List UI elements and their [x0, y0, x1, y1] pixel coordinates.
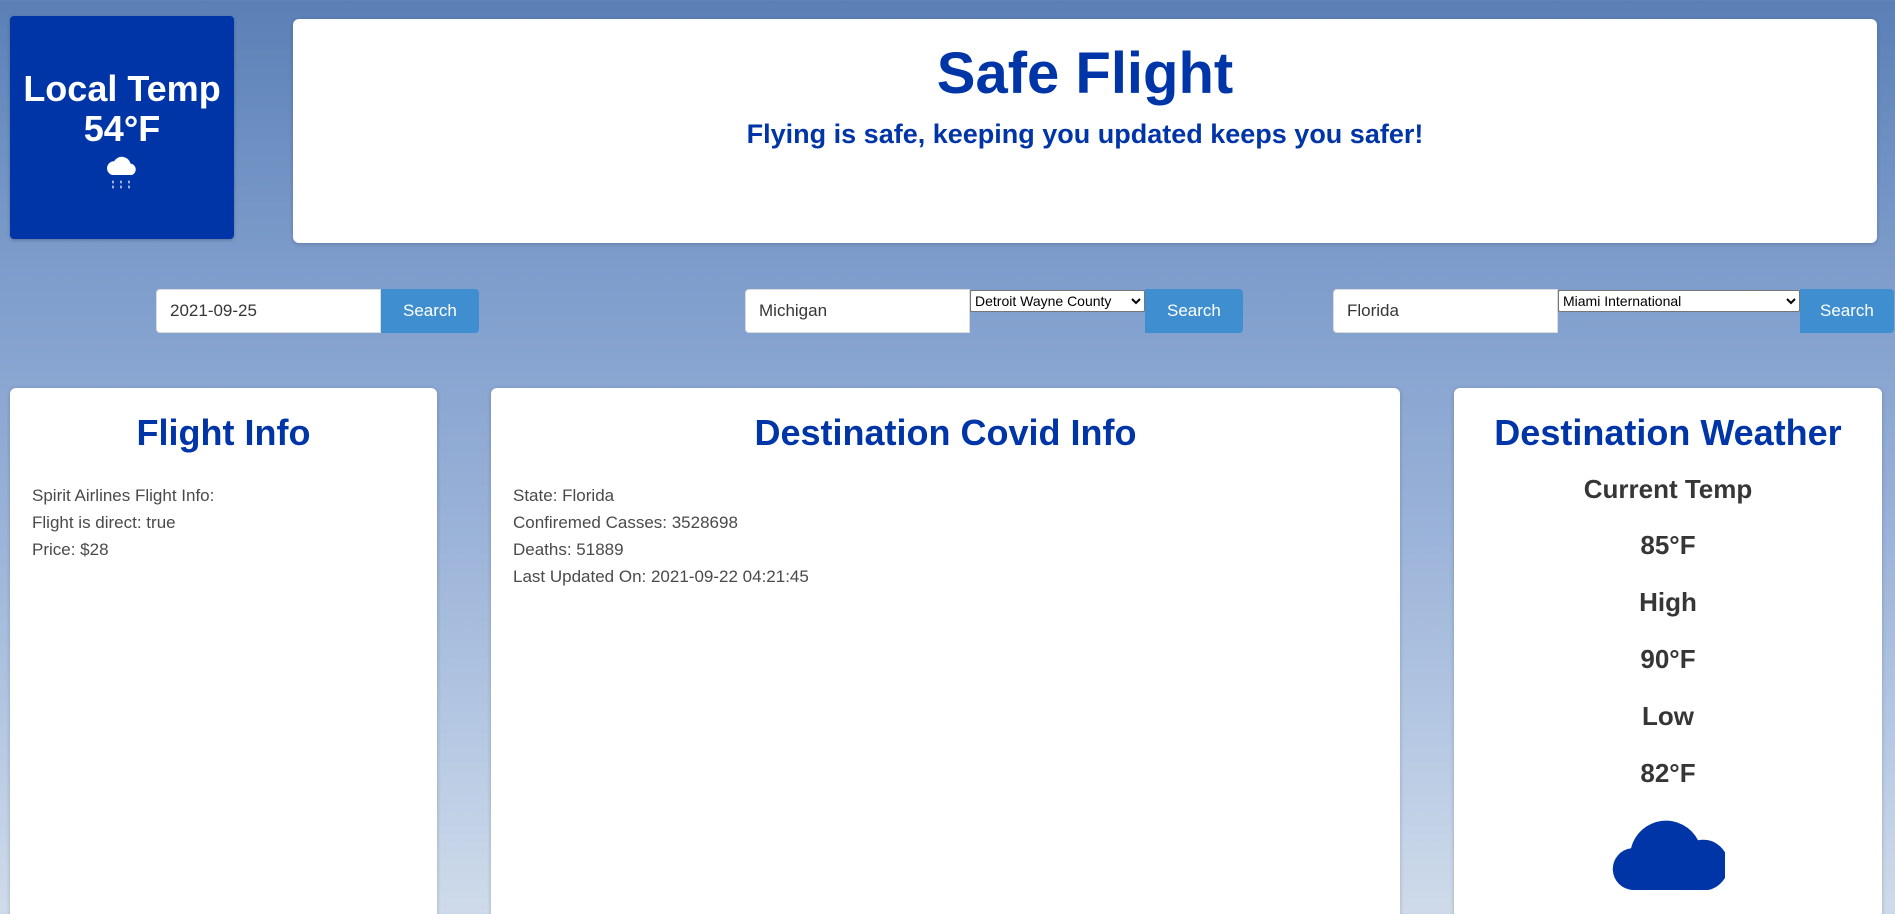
- destination-airport-select[interactable]: Miami International: [1558, 290, 1800, 312]
- destination-search-button[interactable]: Search: [1800, 289, 1894, 333]
- current-temp-label: Current Temp: [1583, 474, 1753, 504]
- weather-card: Destination Weather Current Temp 85°F Hi…: [1454, 388, 1882, 914]
- page-title: Safe Flight: [936, 41, 1234, 106]
- rain-cloud-icon: [10, 151, 234, 196]
- origin-search-button[interactable]: Search: [1145, 289, 1243, 333]
- local-temp-card: Local Temp 54°F: [10, 16, 234, 239]
- covid-info-line: Deaths: 51889: [513, 540, 624, 559]
- origin-search-group: Detroit Wayne County Search: [745, 289, 1243, 333]
- flight-info-lines: Spirit Airlines Flight Info: Flight is d…: [10, 482, 437, 563]
- covid-info-line: Confiremed Casses: 3528698: [513, 513, 738, 532]
- covid-info-line: State: Florida: [513, 486, 615, 505]
- covid-info-card: Destination Covid Info State: Florida Co…: [491, 388, 1400, 914]
- current-temp-value: 85°F: [1640, 530, 1696, 560]
- local-temp-title: Local Temp: [23, 68, 221, 109]
- local-temp-value: 54°F: [83, 108, 161, 149]
- flight-info-line: Flight is direct: true: [32, 513, 176, 532]
- page-subtitle: Flying is safe, keeping you updated keep…: [746, 119, 1424, 149]
- date-search-button[interactable]: Search: [381, 289, 479, 333]
- high-value: 90°F: [1640, 644, 1696, 674]
- covid-info-title: Destination Covid Info: [754, 412, 1137, 453]
- date-search-group: Search: [156, 289, 479, 333]
- flight-info-line: Price: $28: [32, 540, 109, 559]
- weather-title: Destination Weather: [1494, 412, 1842, 453]
- flight-info-line: Spirit Airlines Flight Info:: [32, 486, 215, 505]
- covid-info-lines: State: Florida Confiremed Casses: 352869…: [491, 482, 1400, 590]
- destination-search-group: Miami International Search: [1333, 289, 1894, 333]
- flight-info-title: Flight Info: [136, 412, 311, 453]
- low-value: 82°F: [1640, 758, 1696, 788]
- cloud-icon: [1454, 812, 1882, 897]
- high-label: High: [1639, 587, 1697, 617]
- covid-info-line: Last Updated On: 2021-09-22 04:21:45: [513, 567, 809, 586]
- date-input[interactable]: [156, 289, 381, 333]
- flight-info-card: Flight Info Spirit Airlines Flight Info:…: [10, 388, 437, 914]
- destination-state-input[interactable]: [1333, 289, 1558, 333]
- hero-banner: Safe Flight Flying is safe, keeping you …: [293, 19, 1877, 243]
- origin-state-input[interactable]: [745, 289, 970, 333]
- origin-airport-select[interactable]: Detroit Wayne County: [970, 290, 1145, 312]
- low-label: Low: [1642, 701, 1694, 731]
